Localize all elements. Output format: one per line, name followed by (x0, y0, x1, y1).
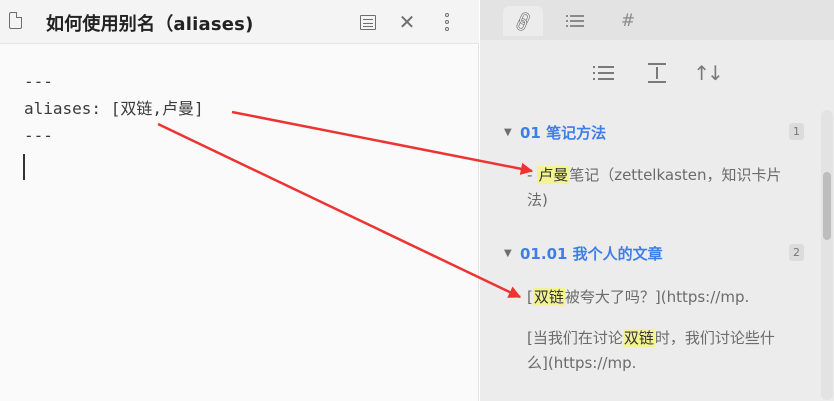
frontmatter-close: --- (24, 126, 53, 145)
chevron-down-icon: ▼ (504, 126, 512, 138)
file-icon (9, 12, 22, 29)
tab-outline[interactable] (563, 6, 591, 36)
show-more-context-button[interactable] (644, 60, 670, 86)
more-options-icon (445, 13, 449, 31)
match-count-badge: 2 (789, 244, 804, 261)
match-text-before: - (527, 166, 538, 184)
collapse-results-icon (593, 66, 614, 80)
editor-pane[interactable]: 如何使用别名（aliases) ✕ --- aliases: [双链,卢曼] -… (0, 0, 479, 401)
note-header: 如何使用别名（aliases) ✕ (0, 0, 479, 44)
sidebar-tab-bar: 🔗︎ # (480, 0, 834, 40)
backlink-match[interactable]: - 卢曼笔记（zettelkasten，知识卡片法) (527, 163, 789, 213)
more-options-button[interactable] (433, 8, 461, 36)
close-icon: ✕ (398, 10, 416, 34)
tab-tags[interactable]: # (617, 6, 639, 36)
match-text-before: [ (527, 288, 533, 306)
sort-button[interactable]: ↑↓ (693, 60, 723, 86)
tab-backlinks[interactable]: 🔗︎ (503, 6, 543, 36)
scrollbar[interactable] (821, 110, 833, 400)
expand-context-icon (648, 63, 666, 83)
sort-icon: ↑↓ (693, 61, 723, 85)
note-title[interactable]: 如何使用别名（aliases) (46, 10, 254, 36)
reading-view-icon (360, 14, 376, 30)
backlink-match[interactable]: [当我们在讨论双链时，我们讨论些什么](https://mp. (527, 326, 789, 376)
editor-content[interactable]: --- aliases: [双链,卢曼] --- (24, 68, 204, 149)
list-icon (566, 15, 584, 27)
match-text-before: [当我们在讨论 (527, 329, 623, 347)
text-cursor (23, 154, 25, 180)
reading-view-button[interactable] (354, 8, 382, 36)
frontmatter-open: --- (24, 72, 53, 91)
group-title: 01 笔记方法 (520, 123, 607, 142)
match-count-badge: 1 (789, 123, 804, 140)
match-text-after: 被夸大了吗？](https://mp. (564, 288, 750, 306)
match-highlight: 卢曼 (537, 166, 570, 184)
scrollbar-thumb[interactable] (823, 172, 831, 240)
group-title: 01.01 我个人的文章 (520, 244, 663, 263)
backlink-match[interactable]: [双链被夸大了吗？](https://mp. (527, 285, 789, 310)
collapse-results-button[interactable] (593, 60, 619, 86)
match-highlight: 双链 (622, 329, 655, 347)
backlink-group-header[interactable]: ▼ 01.01 我个人的文章 2 (504, 242, 804, 264)
backlinks-pane: 🔗︎ # ↑↓ ▼ 01 笔记方法 1 - 卢曼笔记（zettelkasten，… (480, 0, 834, 401)
match-highlight: 双链 (532, 288, 565, 306)
frontmatter-aliases: aliases: [双链,卢曼] (24, 99, 204, 118)
close-button[interactable]: ✕ (393, 8, 421, 36)
backlink-group-header[interactable]: ▼ 01 笔记方法 1 (504, 121, 804, 143)
link-icon: 🔗︎ (510, 8, 536, 34)
hash-icon: # (620, 11, 636, 31)
chevron-down-icon: ▼ (504, 247, 512, 259)
